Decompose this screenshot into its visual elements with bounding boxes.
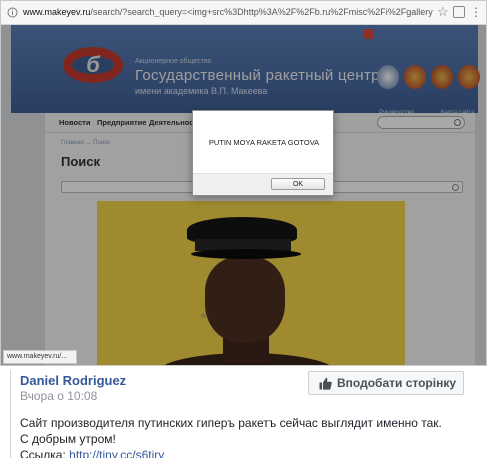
browser-window: www.makeyev.ru/search/?search_query=<img… (0, 0, 487, 366)
facebook-post: Daniel Rodriguez Вчора о 10:08 Вподобати… (0, 366, 487, 458)
alert-dialog: PUTIN MOYA RAKETA GOTOVA OK (192, 110, 334, 196)
like-page-label: Вподобати сторінку (337, 376, 457, 390)
page-viewport: б Акционерное общество Государственный р… (1, 25, 486, 365)
status-url-tooltip: www.makeyev.ru/... (3, 350, 77, 364)
thumbs-up-icon (319, 377, 332, 390)
url-path: /search/?search_query=<img+src%3Dhttp%3A… (90, 7, 433, 17)
post-text-line: С добрым утром! (20, 432, 116, 446)
url-text[interactable]: www.makeyev.ru/search/?search_query=<img… (23, 7, 433, 17)
bookmark-star-icon[interactable]: ☆ (437, 5, 451, 19)
post-link[interactable]: http://tiny.cc/s6tiry (69, 448, 164, 458)
post-link-prefix: Ссылка: (20, 448, 70, 458)
page-info-icon[interactable] (7, 7, 18, 18)
post-divider (10, 370, 11, 458)
post-text-line: Ссылка: http://tiny.cc/s6tiry (20, 448, 164, 458)
alert-message: PUTIN MOYA RAKETA GOTOVA (208, 138, 320, 147)
like-page-button[interactable]: Вподобати сторінку (308, 371, 464, 395)
alert-footer: OK (193, 173, 333, 195)
ok-button[interactable]: OK (271, 178, 325, 190)
post-timestamp[interactable]: Вчора о 10:08 (20, 389, 97, 403)
post-author[interactable]: Daniel Rodriguez (20, 373, 126, 388)
url-domain: www.makeyev.ru (23, 7, 91, 17)
address-bar[interactable]: www.makeyev.ru/search/?search_query=<img… (1, 1, 486, 25)
extension-icon[interactable] (453, 6, 465, 18)
post-text-line: Сайт производителя путинских гиперъ раке… (20, 416, 442, 430)
menu-icon[interactable]: ⋮ (470, 5, 482, 19)
